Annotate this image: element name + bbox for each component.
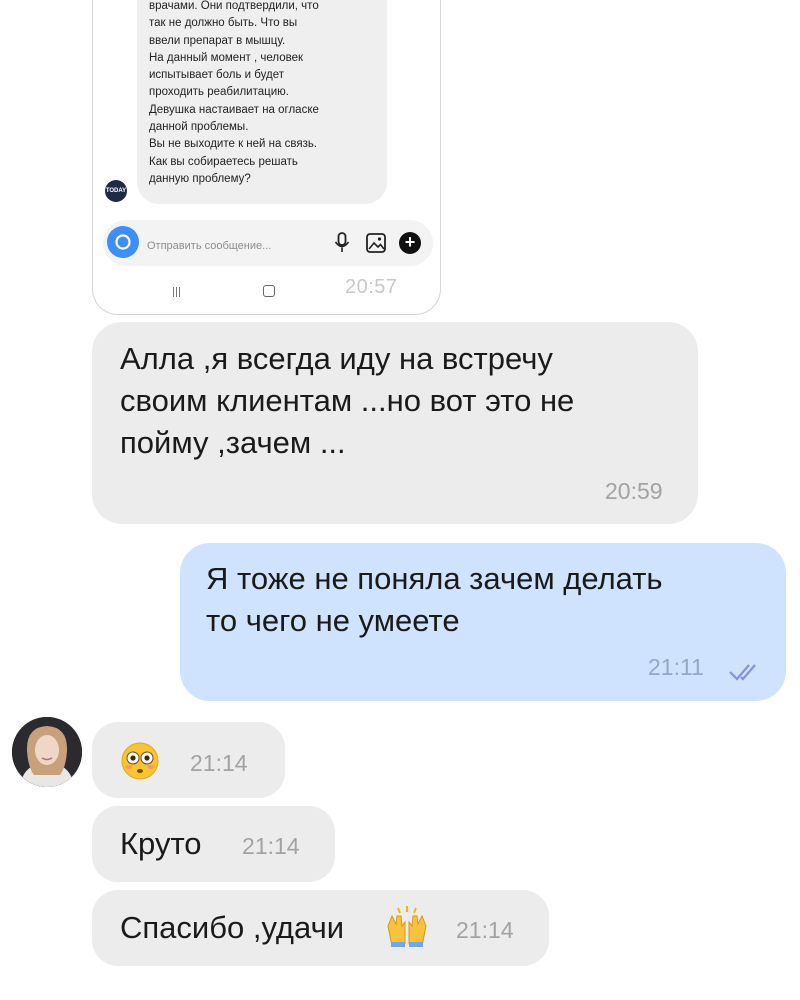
- nav-back-icon: [173, 284, 185, 297]
- embedded-message-text: врачами. Они подтвердили, что так не дол…: [149, 0, 383, 188]
- embedded-line: данной проблемы.: [149, 121, 249, 134]
- embedded-line: ввели препарат в мышцу.: [149, 34, 286, 47]
- embedded-line: На данный момент , человек: [149, 51, 304, 64]
- message-time: 21:14: [242, 833, 300, 859]
- embedded-line: проходить реабилитацию.: [149, 86, 289, 99]
- message-time: 20:59: [605, 478, 663, 504]
- message-text: Спасибо ,удачи: [120, 910, 345, 945]
- message-line: Алла ,я всегда иду на встречу: [120, 341, 553, 376]
- camera-icon: [107, 226, 139, 258]
- embedded-screenshot[interactable]: врачами. Они подтвердили, что так не дол…: [92, 0, 441, 315]
- message-time: 21:14: [190, 750, 248, 776]
- avatar-photo: [12, 717, 82, 787]
- raising-hands-emoji-icon: [387, 906, 427, 947]
- plus-icon: +: [399, 232, 421, 254]
- embedded-avatar: TODAY: [105, 180, 127, 202]
- message-line: своим клиентам ...но вот это не: [120, 383, 575, 418]
- gallery-icon: [365, 232, 387, 259]
- message-line: Я тоже не поняла зачем делать: [206, 561, 663, 596]
- embedded-input-placeholder: Отправить сообщение...: [147, 240, 272, 252]
- nav-home-icon: [263, 285, 275, 297]
- message-line: то чего не умеете: [206, 603, 460, 638]
- embedded-line: врачами. Они подтвердили, что: [149, 0, 319, 12]
- message-line: пойму ,зачем ...: [120, 425, 346, 460]
- message-time: 21:11: [648, 654, 704, 680]
- embedded-line: так не должно быть. Что вы: [149, 17, 298, 30]
- embedded-line: Девушка настаивает на огласке: [149, 103, 319, 116]
- message-text: Алла ,я всегда иду на встречу своим клие…: [120, 338, 574, 464]
- embedded-time: 20:57: [345, 276, 398, 298]
- embedded-line: Как вы собираетесь решать: [149, 155, 298, 168]
- message-text: Я тоже не поняла зачем делать то чего не…: [206, 558, 663, 642]
- embedded-line: испытывает боль и будет: [149, 69, 284, 82]
- flushed-face-emoji-icon: [121, 742, 159, 780]
- sender-avatar[interactable]: [12, 717, 82, 787]
- embedded-line: Вы не выходите к ней на связь.: [149, 138, 318, 151]
- message-text: Круто: [120, 826, 202, 861]
- message-time: 21:14: [456, 917, 514, 943]
- read-receipt-icon: [729, 664, 756, 681]
- microphone-icon: [333, 232, 351, 259]
- embedded-line: данную проблему?: [149, 172, 251, 185]
